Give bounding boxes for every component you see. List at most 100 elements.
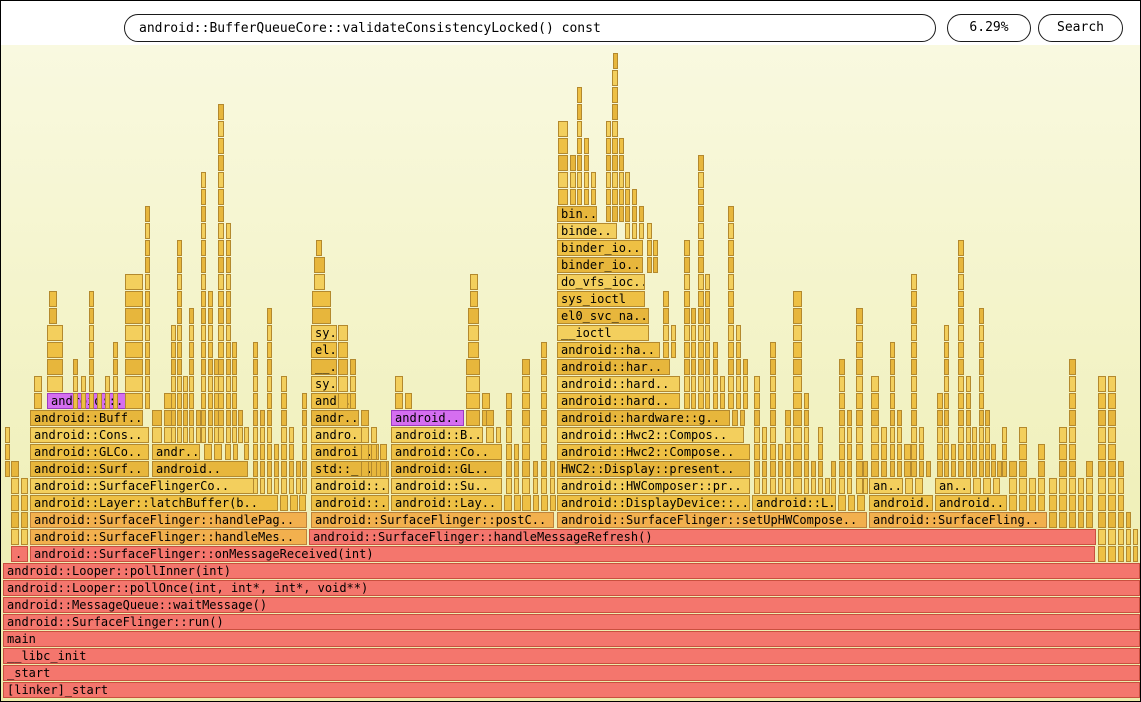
flame-frame[interactable] (208, 342, 213, 358)
flame-frame[interactable] (11, 512, 19, 528)
flame-frame[interactable] (522, 444, 530, 460)
flame-frame[interactable] (218, 138, 224, 154)
flame-frame[interactable] (208, 393, 213, 409)
flame-frame[interactable] (1059, 427, 1067, 443)
flame-frame[interactable] (728, 291, 734, 307)
flame-frame[interactable] (201, 172, 206, 188)
flame-frame[interactable] (979, 444, 984, 460)
flame-frame[interactable] (541, 427, 547, 443)
flame-frame[interactable] (208, 308, 213, 324)
flame-frame[interactable] (338, 359, 348, 375)
flame-frame[interactable]: android::.. (311, 478, 389, 494)
flame-frame[interactable] (152, 410, 162, 426)
flame-frame[interactable] (177, 342, 182, 358)
flame-frame[interactable] (728, 376, 734, 392)
flame-frame[interactable] (218, 172, 224, 188)
flame-frame[interactable] (171, 359, 176, 375)
flame-frame[interactable] (233, 444, 238, 460)
flame-frame[interactable] (698, 206, 704, 222)
flame-frame[interactable] (73, 376, 78, 392)
flame-frame[interactable] (698, 189, 704, 205)
flame-frame[interactable] (113, 376, 118, 392)
flame-frame[interactable] (839, 444, 845, 460)
flame-frame[interactable] (881, 444, 887, 460)
flame-frame[interactable] (145, 393, 150, 409)
flame-frame[interactable] (983, 478, 991, 494)
flame-frame[interactable] (1126, 546, 1131, 562)
flame-frame[interactable] (504, 495, 512, 511)
flame-frame[interactable] (260, 461, 265, 477)
flame-frame[interactable]: an.. (869, 478, 903, 494)
flame-frame[interactable] (979, 342, 984, 358)
flame-frame[interactable] (5, 427, 10, 443)
flame-frame[interactable] (911, 325, 917, 341)
flame-frame[interactable] (1098, 461, 1106, 477)
flame-frame[interactable] (1078, 512, 1084, 528)
flame-frame[interactable] (218, 308, 224, 324)
flame-frame[interactable] (847, 410, 852, 426)
flame-frame[interactable] (177, 240, 182, 256)
flame-frame[interactable] (612, 70, 618, 86)
flame-frame[interactable] (533, 478, 538, 494)
flame-frame[interactable] (958, 342, 964, 358)
flame-frame[interactable] (34, 376, 42, 392)
flame-frame[interactable] (684, 393, 690, 409)
flame-frame[interactable]: android::Hwc2::Compose.. (557, 444, 750, 460)
flame-frame[interactable] (691, 342, 696, 358)
flame-frame[interactable] (177, 376, 182, 392)
flame-frame[interactable] (125, 342, 143, 358)
flame-frame[interactable] (312, 291, 331, 307)
flame-frame[interactable] (848, 495, 855, 511)
flame-frame[interactable] (232, 342, 237, 358)
flame-frame[interactable] (684, 240, 690, 256)
flame-frame[interactable] (189, 427, 194, 443)
flame-frame[interactable] (770, 359, 776, 375)
flame-frame[interactable] (1098, 546, 1106, 562)
flame-frame[interactable] (890, 342, 895, 358)
flame-frame[interactable] (350, 359, 356, 375)
flame-frame[interactable] (1098, 512, 1106, 528)
flame-frame[interactable] (647, 240, 652, 256)
flame-frame[interactable] (218, 240, 224, 256)
flame-frame[interactable] (289, 444, 294, 460)
flame-frame[interactable] (698, 342, 704, 358)
flame-frame[interactable] (632, 189, 637, 205)
flame-frame[interactable]: android::SurfaceFlingerCo.. (30, 478, 256, 494)
flame-frame[interactable] (926, 461, 931, 477)
flame-frame[interactable] (225, 444, 231, 460)
flame-frame[interactable] (612, 87, 618, 103)
flame-frame[interactable] (177, 427, 182, 443)
flame-frame[interactable] (468, 325, 479, 341)
flame-frame[interactable]: __libc_init (3, 648, 1140, 664)
flame-frame[interactable] (958, 393, 964, 409)
flame-frame[interactable] (260, 444, 265, 460)
flame-frame[interactable] (226, 291, 231, 307)
flame-frame[interactable] (89, 359, 94, 375)
flame-frame[interactable] (1009, 495, 1017, 511)
flame-frame[interactable] (522, 461, 530, 477)
flame-frame[interactable]: android::Layer::latchBuffer(b.. (30, 495, 278, 511)
flame-frame[interactable] (698, 325, 704, 341)
flame-frame[interactable] (1108, 376, 1116, 392)
flame-frame[interactable] (482, 393, 490, 409)
flame-frame[interactable] (584, 189, 589, 205)
flame-frame[interactable] (804, 410, 809, 426)
flame-frame[interactable]: HWC2::Display::present.. (557, 461, 750, 477)
flame-frame[interactable] (856, 342, 863, 358)
flame-frame[interactable] (183, 393, 188, 409)
flame-frame[interactable] (522, 410, 530, 426)
flame-frame[interactable] (754, 393, 760, 409)
flame-frame[interactable] (208, 410, 213, 426)
flame-frame[interactable] (705, 274, 710, 290)
flame-frame[interactable] (1069, 376, 1076, 392)
flame-frame[interactable] (728, 393, 734, 409)
flame-frame[interactable]: std::_.. (311, 461, 389, 477)
flame-frame[interactable] (201, 206, 206, 222)
flame-frame[interactable] (985, 444, 990, 460)
flame-frame[interactable] (606, 155, 611, 171)
flame-frame[interactable] (541, 393, 547, 409)
flame-frame[interactable] (871, 393, 879, 409)
flame-frame[interactable] (698, 172, 704, 188)
flame-frame[interactable] (1126, 529, 1131, 545)
flame-frame[interactable] (743, 393, 748, 409)
